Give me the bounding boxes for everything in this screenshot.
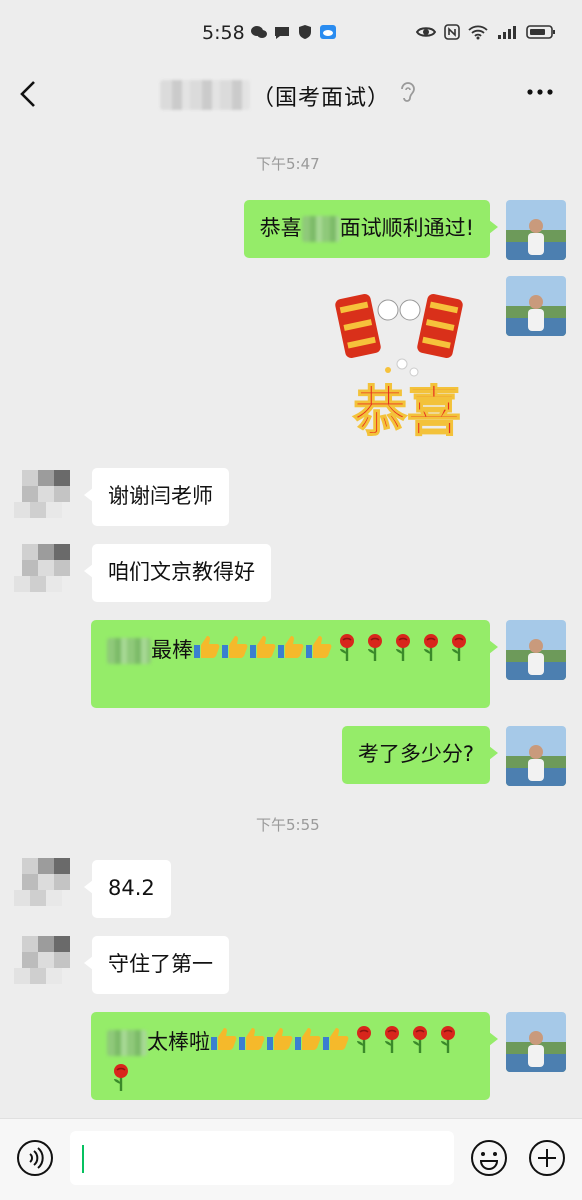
avatar[interactable] bbox=[506, 726, 566, 786]
message-notification-icon bbox=[275, 27, 289, 39]
avatar[interactable] bbox=[12, 540, 72, 602]
emoji-button[interactable] bbox=[470, 1139, 508, 1177]
message-bubble-self[interactable]: 最棒 bbox=[91, 620, 498, 708]
message-bubble-self[interactable]: 太棒啦 bbox=[91, 1012, 498, 1100]
rose-icon bbox=[434, 1024, 462, 1062]
thumbs-up-icon bbox=[238, 1026, 266, 1060]
message-text: 面试顺利通过! bbox=[339, 216, 474, 240]
redacted-name bbox=[107, 1030, 147, 1056]
message-bubble-other[interactable]: 咱们文京教得好 bbox=[84, 544, 271, 602]
rose-icon bbox=[107, 1062, 135, 1100]
message-text: 恭喜 bbox=[259, 216, 302, 240]
avatar[interactable] bbox=[12, 854, 72, 916]
text-cursor bbox=[82, 1145, 84, 1173]
thumbs-up-icon bbox=[221, 634, 249, 668]
avatar[interactable] bbox=[12, 932, 72, 994]
rose-icon bbox=[445, 632, 473, 670]
nfc-icon bbox=[444, 24, 460, 40]
redacted-name bbox=[107, 638, 151, 664]
message-bubble-other[interactable]: 守住了第一 bbox=[84, 936, 229, 994]
thumbs-up-icon bbox=[249, 634, 277, 668]
rose-icon bbox=[378, 1024, 406, 1062]
shield-icon bbox=[299, 25, 311, 39]
wifi-icon bbox=[468, 25, 488, 40]
status-bar: 5:58 bbox=[0, 0, 582, 68]
thumbs-up-icon bbox=[210, 1026, 238, 1060]
battery-icon bbox=[526, 25, 555, 39]
emoji-row bbox=[193, 634, 473, 662]
message-bubble-self[interactable]: 考了多少分? bbox=[341, 726, 499, 784]
firecracker-icon bbox=[335, 294, 381, 358]
eye-icon bbox=[416, 27, 436, 37]
congratulations-sticker[interactable]: 恭喜 bbox=[318, 280, 496, 450]
message-bubble-other[interactable]: 谢谢闫老师 bbox=[84, 468, 229, 526]
message-text: 守住了第一 bbox=[108, 952, 213, 976]
message-input[interactable] bbox=[70, 1131, 454, 1185]
more-options-button[interactable] bbox=[522, 80, 558, 104]
back-button[interactable] bbox=[14, 74, 44, 114]
avatar[interactable] bbox=[12, 466, 72, 528]
more-functions-button[interactable] bbox=[528, 1139, 566, 1177]
message-bubble-self[interactable]: 恭喜 面试顺利通过! bbox=[243, 200, 499, 258]
rose-icon bbox=[417, 632, 445, 670]
avatar[interactable] bbox=[506, 200, 566, 260]
thumbs-up-icon bbox=[266, 1026, 294, 1060]
thumbs-up-icon bbox=[193, 634, 221, 668]
message-text: 谢谢闫老师 bbox=[108, 484, 213, 508]
timestamp: 下午5:55 bbox=[256, 816, 320, 834]
rose-icon bbox=[350, 1024, 378, 1062]
signal-icon bbox=[498, 26, 516, 39]
wechat-notification-icon bbox=[251, 26, 267, 38]
thumbs-up-icon bbox=[322, 1026, 350, 1060]
rose-icon bbox=[361, 632, 389, 670]
chat-header: （国考面试） bbox=[0, 68, 582, 126]
ear-icon bbox=[401, 82, 415, 102]
thumbs-up-icon bbox=[305, 634, 333, 668]
cloud-app-icon bbox=[320, 25, 336, 39]
redacted-name bbox=[301, 216, 340, 242]
rose-icon bbox=[333, 632, 361, 670]
rose-icon bbox=[406, 1024, 434, 1062]
timestamp: 下午5:47 bbox=[256, 155, 320, 173]
message-bubble-other[interactable]: 84.2 bbox=[84, 860, 171, 918]
avatar[interactable] bbox=[506, 620, 566, 680]
message-text: 84.2 bbox=[108, 876, 155, 900]
firecracker-icon bbox=[417, 294, 463, 358]
status-time: 5:58 bbox=[202, 22, 245, 44]
message-text: 最棒 bbox=[151, 638, 193, 662]
message-text: 考了多少分? bbox=[357, 742, 474, 766]
sticker-text: 恭喜 bbox=[352, 379, 461, 443]
input-bar bbox=[0, 1118, 582, 1200]
avatar[interactable] bbox=[506, 1012, 566, 1072]
message-text: 咱们文京教得好 bbox=[108, 560, 255, 584]
chat-title: （国考面试） bbox=[252, 86, 391, 111]
thumbs-up-icon bbox=[294, 1026, 322, 1060]
message-text: 太棒啦 bbox=[147, 1030, 210, 1054]
rose-icon bbox=[389, 632, 417, 670]
thumbs-up-icon bbox=[277, 634, 305, 668]
avatar[interactable] bbox=[506, 276, 566, 336]
voice-input-button[interactable] bbox=[16, 1139, 54, 1177]
redacted-title-name bbox=[160, 80, 250, 110]
